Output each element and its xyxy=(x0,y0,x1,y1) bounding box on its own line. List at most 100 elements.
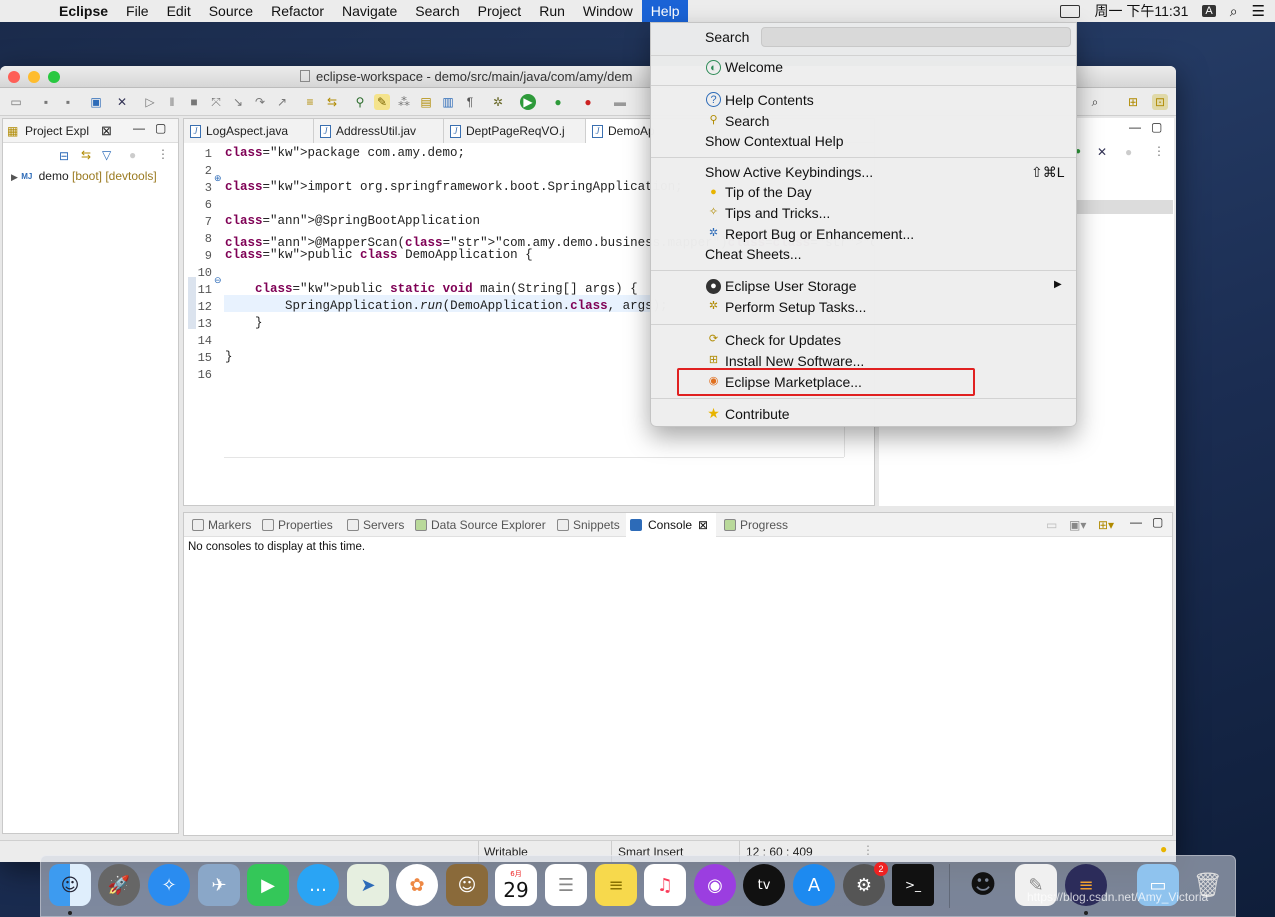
hide-fields-icon[interactable]: ✕ xyxy=(1097,145,1107,159)
facetime-icon[interactable]: ▶ xyxy=(247,864,289,906)
step-into-icon[interactable]: ↘ xyxy=(230,94,246,110)
display-mirroring-icon[interactable] xyxy=(1060,4,1081,18)
code-line[interactable]: class="kw">package com.amy.demo; xyxy=(225,146,465,160)
code-line[interactable]: } xyxy=(225,316,263,330)
pilcrow-icon[interactable]: ¶ xyxy=(462,94,478,110)
disconnect-icon[interactable]: ⤧ xyxy=(208,94,224,110)
open-console-icon[interactable]: ⊞▾ xyxy=(1098,518,1114,532)
whitespace-icon[interactable]: ⁂ xyxy=(396,94,412,110)
menu-contextual-help[interactable]: Show Contextual Help xyxy=(705,133,844,149)
new-server-icon[interactable]: ▬ xyxy=(612,94,628,110)
mark-occurrences-icon[interactable]: ⇆ xyxy=(324,94,340,110)
new-icon[interactable]: ▭ xyxy=(8,94,24,110)
tree-item-demo[interactable]: ▶ MJ demo [boot] [devtools] xyxy=(11,169,157,184)
open-type-icon[interactable]: ⚲ xyxy=(352,94,368,110)
code-line[interactable]: SpringApplication.run(DemoApplication.cl… xyxy=(225,299,668,313)
maximize-view-icon[interactable]: ▢ xyxy=(1152,515,1163,529)
launchpad-icon[interactable]: 🚀 xyxy=(98,864,140,906)
tab-servers[interactable]: Servers xyxy=(347,513,404,537)
menu-install-software[interactable]: Install New Software... xyxy=(725,353,864,369)
app-menu[interactable]: Eclipse xyxy=(50,0,117,22)
photos-icon[interactable]: ✿ xyxy=(396,864,438,906)
close-console-icon[interactable]: ⊠ xyxy=(698,518,708,532)
calendar-icon[interactable]: 6月 29 xyxy=(495,864,537,906)
minimize-view-icon[interactable]: — xyxy=(1130,515,1142,529)
terminate-icon[interactable]: ■ xyxy=(186,94,202,110)
zoom-window-button[interactable] xyxy=(48,70,60,83)
menu-run[interactable]: Run xyxy=(530,0,574,22)
horizontal-scrollbar[interactable] xyxy=(224,457,844,471)
app-store-icon[interactable]: A xyxy=(793,864,835,906)
skip-breakpoints-icon[interactable]: ✕ xyxy=(114,94,130,110)
code-line[interactable]: class="kw">public class DemoApplication … xyxy=(225,248,533,262)
menu-tip-of-day[interactable]: Tip of the Day xyxy=(725,184,812,200)
spotlight-search-icon[interactable]: ⌕ xyxy=(1230,3,1238,20)
menu-refactor[interactable]: Refactor xyxy=(262,0,333,22)
menu-search-help[interactable]: Search xyxy=(725,113,769,129)
focus-icon[interactable]: ● xyxy=(129,148,136,162)
close-view-icon[interactable]: ⊠ xyxy=(101,123,112,139)
highlight-icon[interactable]: ✎ xyxy=(374,94,390,110)
step-over-icon[interactable]: ↷ xyxy=(252,94,268,110)
menu-edit[interactable]: Edit xyxy=(158,0,200,22)
menu-search[interactable]: Search xyxy=(406,0,468,22)
menu-tips-tricks[interactable]: Tips and Tricks... xyxy=(725,205,830,221)
editor-tab-deptpagereqvo[interactable]: J DeptPageReqVO.j xyxy=(444,119,586,143)
link-editor-icon[interactable]: ⇆ xyxy=(81,148,91,162)
debug-icon[interactable]: ✲ xyxy=(490,94,506,110)
apple-tv-icon[interactable]: tv xyxy=(743,864,785,906)
tab-markers[interactable]: Markers xyxy=(192,513,251,537)
tab-snippets[interactable]: Snippets xyxy=(557,513,620,537)
menu-contribute[interactable]: Contribute xyxy=(725,406,790,422)
finder-icon[interactable]: ☺ xyxy=(49,864,91,906)
podcasts-icon[interactable]: ◉ xyxy=(694,864,736,906)
toolbar-search-icon[interactable]: ⌕ xyxy=(1087,94,1103,110)
menu-window[interactable]: Window xyxy=(574,0,642,22)
tab-data-source-explorer[interactable]: Data Source Explorer xyxy=(415,513,546,537)
save-icon[interactable]: ▪ xyxy=(38,94,54,110)
toggle-block-icon[interactable]: ≡ xyxy=(302,94,318,110)
menu-check-updates[interactable]: Check for Updates xyxy=(725,332,841,348)
minimize-view-icon[interactable]: — xyxy=(1129,120,1141,134)
close-window-button[interactable] xyxy=(8,70,20,83)
save-all-icon[interactable]: ▪ xyxy=(60,94,76,110)
view-menu-icon[interactable]: ⋮ xyxy=(1153,144,1165,158)
tip-bulb-icon[interactable]: ● xyxy=(1160,842,1167,856)
tab-properties[interactable]: Properties xyxy=(262,513,333,537)
tab-progress[interactable]: Progress xyxy=(724,513,788,537)
menu-source[interactable]: Source xyxy=(200,0,262,22)
maximize-view-icon[interactable]: ▢ xyxy=(1151,120,1162,134)
expand-arrow-icon[interactable]: ▶ xyxy=(11,172,18,182)
annotation-icon[interactable]: ▤ xyxy=(418,94,434,110)
code-line[interactable]: class="ann">@SpringBootApplication xyxy=(225,214,480,228)
terminal-icon[interactable]: >_ xyxy=(892,864,934,906)
editor-tab-addressutil[interactable]: J AddressUtil.jav xyxy=(314,119,444,143)
menu-navigate[interactable]: Navigate xyxy=(333,0,406,22)
collapse-method-icon[interactable]: ⊖ xyxy=(214,275,222,286)
reminders-icon[interactable]: ☰ xyxy=(545,864,587,906)
code-line[interactable]: class="kw">import org.springframework.bo… xyxy=(225,180,683,194)
messages-icon[interactable]: … xyxy=(297,864,339,906)
java-perspective-icon[interactable]: ⊡ xyxy=(1152,94,1168,110)
menu-report-bug[interactable]: Report Bug or Enhancement... xyxy=(725,226,914,242)
view-menu-icon[interactable]: ⋮ xyxy=(157,147,169,161)
collapse-all-icon[interactable]: ⊟ xyxy=(59,149,69,163)
resume-icon[interactable]: ▷ xyxy=(142,94,158,110)
tab-console[interactable]: Console ⊠ xyxy=(626,513,716,537)
pin-console-icon[interactable]: ▭ xyxy=(1046,518,1057,532)
menu-cheat-sheets[interactable]: Cheat Sheets... xyxy=(705,246,802,262)
help-search-input[interactable] xyxy=(761,27,1071,47)
open-perspective-icon[interactable]: ⊞ xyxy=(1125,94,1141,110)
external-tools-icon[interactable]: ● xyxy=(580,94,596,110)
maps-icon[interactable]: ➤ xyxy=(347,864,389,906)
menu-help-contents[interactable]: Help Contents xyxy=(725,92,814,108)
menu-welcome[interactable]: Welcome xyxy=(725,59,783,75)
editor-tab-logaspect[interactable]: J LogAspect.java xyxy=(184,119,314,143)
safari-icon[interactable]: ✧ xyxy=(148,864,190,906)
minimize-window-button[interactable] xyxy=(28,70,40,83)
menu-file[interactable]: File xyxy=(117,0,158,22)
coverage-icon[interactable]: ● xyxy=(550,94,566,110)
notes-icon[interactable]: ≡ xyxy=(595,864,637,906)
run-icon[interactable]: ▶ xyxy=(520,94,536,110)
minimize-view-icon[interactable]: — xyxy=(133,121,145,135)
